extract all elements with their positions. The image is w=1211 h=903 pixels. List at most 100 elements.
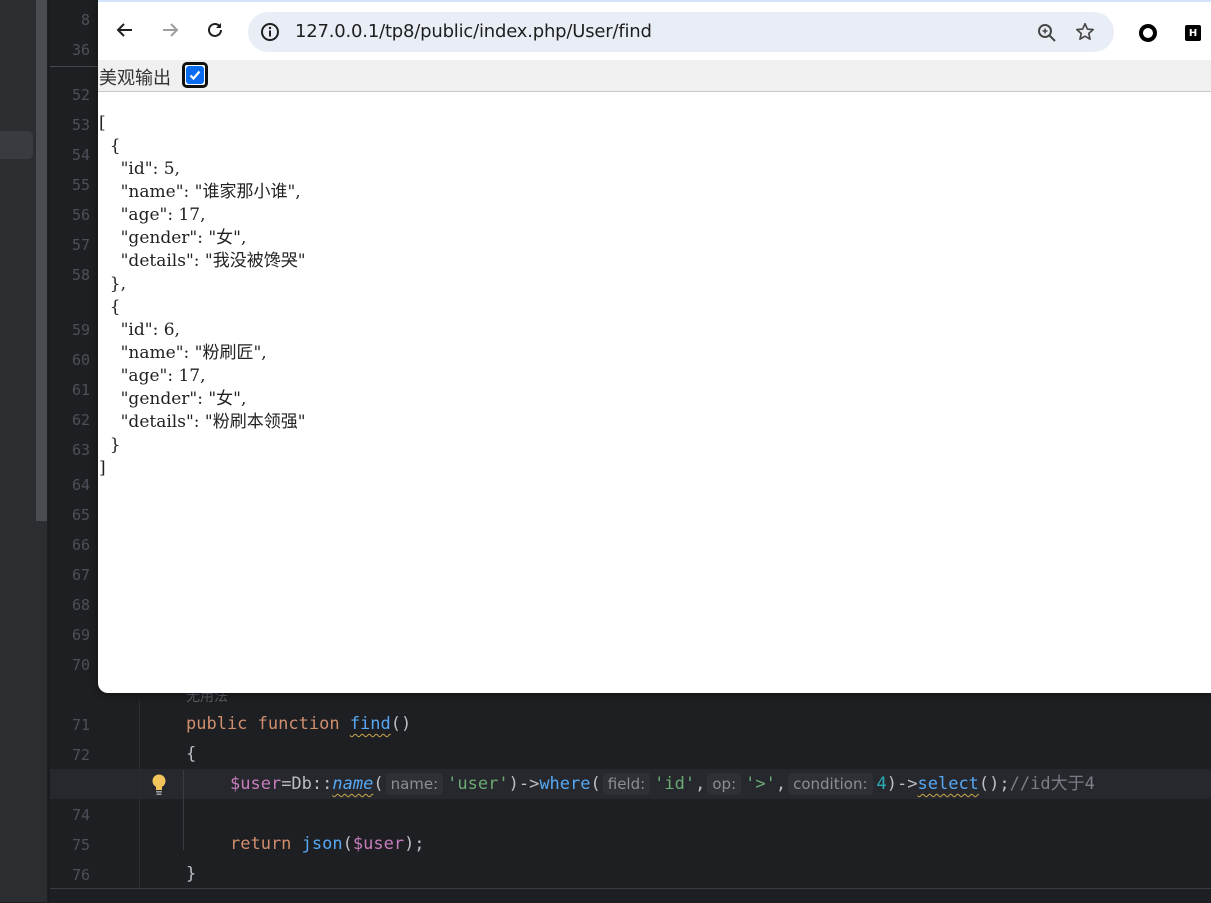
json-line: {: [99, 136, 121, 156]
punctuation: (: [342, 834, 353, 854]
reload-icon: [208, 22, 222, 37]
json-line: "name": "粉刷匠",: [99, 343, 267, 363]
browser-toolbar: 127.0.0.1/tp8/public/index.php/User/find…: [98, 2, 1211, 60]
json-line: "age": 17,: [99, 205, 206, 225]
line-number: 60: [71, 351, 90, 369]
json-line: {: [99, 297, 121, 317]
code-text: =Db::: [281, 774, 333, 794]
back-button[interactable]: [114, 19, 136, 41]
line-number: 65: [71, 506, 90, 524]
checkbox-checked-fill: [186, 66, 204, 84]
side-panel-selected-item[interactable]: [0, 131, 33, 159]
line-number: 70: [71, 656, 90, 674]
line-number: 72: [71, 746, 90, 764]
json-line: "id": 5,: [99, 159, 180, 179]
bookmark-star-icon[interactable]: [1074, 21, 1096, 43]
info-icon[interactable]: [260, 22, 280, 42]
code-line-71[interactable]: public function find(): [186, 713, 411, 735]
method-name: name: [332, 774, 374, 794]
zoom-in-icon[interactable]: [1036, 22, 1058, 44]
json-line: }: [99, 435, 121, 455]
keyword: function: [257, 714, 340, 734]
url-text[interactable]: 127.0.0.1/tp8/public/index.php/User/find: [295, 21, 652, 42]
line-number: 55: [71, 176, 90, 194]
param-hint: op:: [707, 773, 742, 795]
line-number: 63: [71, 441, 90, 459]
reload-button[interactable]: [204, 19, 226, 41]
line-number: 61: [71, 381, 90, 399]
line-number: 52: [71, 86, 90, 104]
function-name: json: [301, 834, 343, 854]
line-number: 59: [71, 321, 90, 339]
keyword: public: [186, 714, 248, 734]
indent-guide: [183, 770, 184, 850]
code-comment: //id大于4: [1009, 774, 1095, 794]
json-line: "gender": "女",: [99, 389, 247, 409]
line-number: 58: [71, 266, 90, 284]
punctuation: );: [404, 834, 425, 854]
line-number: 56: [71, 206, 90, 224]
code-text: )->: [886, 774, 918, 794]
punctuation: ,: [695, 774, 706, 794]
arrow-left-icon: [116, 23, 132, 37]
param-hint: name:: [385, 773, 444, 795]
code-line-76[interactable]: }: [186, 863, 196, 885]
variable: $user: [352, 834, 405, 854]
lightbulb-icon[interactable]: [151, 774, 167, 796]
string-literal: 'user': [447, 774, 509, 794]
json-line: "gender": "女",: [99, 228, 247, 248]
pretty-print-label: 美观输出: [99, 68, 171, 89]
line-number: 53: [71, 116, 90, 134]
code-line-75[interactable]: return json($user);: [230, 833, 425, 855]
line-number: 8: [80, 11, 90, 29]
json-line: "details": "我没被馋哭": [99, 251, 306, 271]
forward-button[interactable]: [159, 19, 181, 41]
line-number: 57: [71, 236, 90, 254]
json-line: ]: [99, 458, 106, 478]
punctuation: (: [373, 774, 384, 794]
variable: $user: [230, 774, 282, 794]
side-panel-scrollbar[interactable]: [36, 0, 47, 521]
punctuation: {: [186, 744, 197, 764]
extension-h-icon[interactable]: H: [1185, 25, 1201, 41]
method-name: where: [539, 774, 591, 794]
param-hint: field:: [602, 773, 651, 795]
line-number: 71: [71, 716, 90, 734]
code-line-73[interactable]: $user=Db::name(name:'user')->where(field…: [230, 773, 1095, 795]
line-number: 67: [71, 566, 90, 584]
pretty-print-checkbox[interactable]: [182, 62, 208, 88]
line-number: 66: [71, 536, 90, 554]
number-literal: 4: [876, 774, 887, 794]
param-hint: condition:: [788, 773, 873, 795]
code-line-72[interactable]: {: [186, 743, 196, 765]
json-line: "name": "谁家那小谁",: [99, 182, 301, 202]
sticky-header-divider: [50, 66, 98, 67]
side-panel-scroll-track: [36, 521, 47, 902]
pretty-print-bar: 美观输出: [98, 60, 1211, 92]
line-number: 62: [71, 411, 90, 429]
line-number: 74: [71, 806, 90, 824]
browser-window: 127.0.0.1/tp8/public/index.php/User/find…: [98, 0, 1211, 693]
json-line: "id": 6,: [99, 320, 180, 340]
line-number: 75: [71, 836, 90, 854]
arrow-right-icon: [163, 23, 179, 37]
punctuation: }: [186, 864, 197, 884]
json-output: [ { "id": 5, "name": "谁家那小谁", "age": 17,…: [99, 112, 306, 480]
punctuation: (: [590, 774, 601, 794]
string-literal: '>': [745, 774, 776, 794]
checkmark-icon: [189, 70, 201, 81]
punctuation: ,: [775, 774, 787, 794]
punctuation: (): [390, 714, 412, 734]
extension-ring-icon[interactable]: [1138, 23, 1158, 43]
json-line: "details": "粉刷本领强": [99, 412, 306, 432]
punctuation: ();: [978, 774, 1010, 794]
gutter-separator: [139, 700, 140, 888]
editor-breadcrumb-bar: [50, 888, 1211, 903]
line-number: 64: [71, 476, 90, 494]
line-number: 76: [71, 866, 90, 884]
line-number: 68: [71, 596, 90, 614]
address-bar[interactable]: 127.0.0.1/tp8/public/index.php/User/find: [248, 12, 1114, 52]
string-literal: 'id': [654, 774, 696, 794]
json-line: "age": 17,: [99, 366, 206, 386]
keyword: return: [230, 834, 292, 854]
